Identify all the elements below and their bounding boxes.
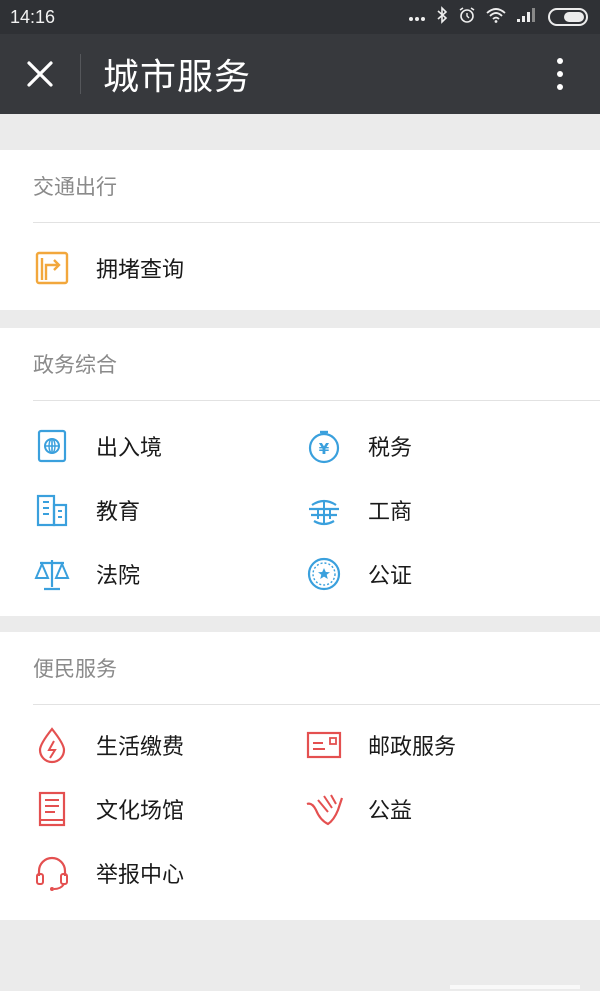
svg-text:¥: ¥ [319, 440, 330, 458]
close-icon [27, 61, 53, 87]
book-icon [32, 789, 72, 829]
service-court[interactable]: 法院 [0, 542, 270, 606]
service-label: 文化场馆 [96, 799, 185, 824]
building-icon [32, 490, 72, 530]
section-title: 交通出行 [33, 175, 117, 199]
status-bar: 14:16 [0, 0, 600, 34]
wifi-icon [486, 7, 506, 27]
alarm-icon [458, 6, 476, 28]
service-charity[interactable]: 公益 [272, 777, 542, 841]
section-government: 政务综合 出入境 ¥ 税务 教育 工商 法院 公证 [0, 328, 600, 616]
scales-icon [32, 554, 72, 594]
service-label: 公益 [368, 799, 413, 824]
service-label: 教育 [96, 500, 141, 525]
more-dot [557, 71, 563, 77]
bluetooth-icon [436, 6, 448, 28]
signal-icon [516, 7, 538, 27]
more-dot [557, 58, 563, 64]
passport-icon [32, 426, 72, 466]
bottom-indicator [450, 985, 580, 989]
page-title: 城市服务 [103, 57, 252, 98]
battery-icon [548, 8, 588, 26]
service-business[interactable]: 工商 [272, 478, 542, 542]
nav-bar: 城市服务 [0, 34, 600, 114]
section-traffic: 交通出行 拥堵查询 [0, 150, 600, 310]
service-tax[interactable]: ¥ 税务 [272, 414, 542, 478]
section-title: 政务综合 [33, 353, 117, 377]
notary-icon [304, 554, 344, 594]
service-report-center[interactable]: 举报中心 [0, 841, 270, 905]
business-icon [304, 490, 344, 530]
water-drop-icon [32, 725, 72, 765]
postal-icon [304, 725, 344, 765]
traffic-sign-icon [32, 248, 72, 288]
more-dot [557, 84, 563, 90]
nav-separator [80, 54, 81, 94]
section-convenience: 便民服务 生活缴费 邮政服务 文化场馆 公益 举报中心 [0, 632, 600, 920]
charity-hand-icon [304, 789, 344, 829]
service-exit-entry[interactable]: 出入境 [0, 414, 270, 478]
divider [33, 704, 600, 705]
service-education[interactable]: 教育 [0, 478, 270, 542]
divider [33, 400, 600, 401]
close-button[interactable] [0, 34, 80, 114]
more-menu-button[interactable] [550, 54, 570, 94]
service-label: 出入境 [96, 436, 163, 461]
service-label: 生活缴费 [96, 735, 185, 760]
service-label: 法院 [96, 564, 141, 589]
status-icons [408, 6, 588, 28]
service-culture-venue[interactable]: 文化场馆 [0, 777, 270, 841]
service-utility-payment[interactable]: 生活缴费 [0, 713, 270, 777]
service-label: 工商 [368, 500, 413, 525]
section-title: 便民服务 [33, 657, 117, 681]
service-notary[interactable]: 公证 [272, 542, 542, 606]
service-postal[interactable]: 邮政服务 [272, 713, 542, 777]
service-label: 公证 [368, 564, 413, 589]
service-label: 税务 [368, 436, 413, 461]
divider [33, 222, 600, 223]
service-label: 拥堵查询 [96, 258, 185, 283]
more-dots-icon [408, 8, 426, 26]
service-label: 邮政服务 [368, 735, 457, 760]
tax-icon: ¥ [304, 426, 344, 466]
service-traffic-query[interactable]: 拥堵查询 [0, 236, 270, 300]
service-label: 举报中心 [96, 863, 185, 888]
status-time: 14:16 [10, 6, 56, 27]
headset-icon [32, 853, 72, 893]
